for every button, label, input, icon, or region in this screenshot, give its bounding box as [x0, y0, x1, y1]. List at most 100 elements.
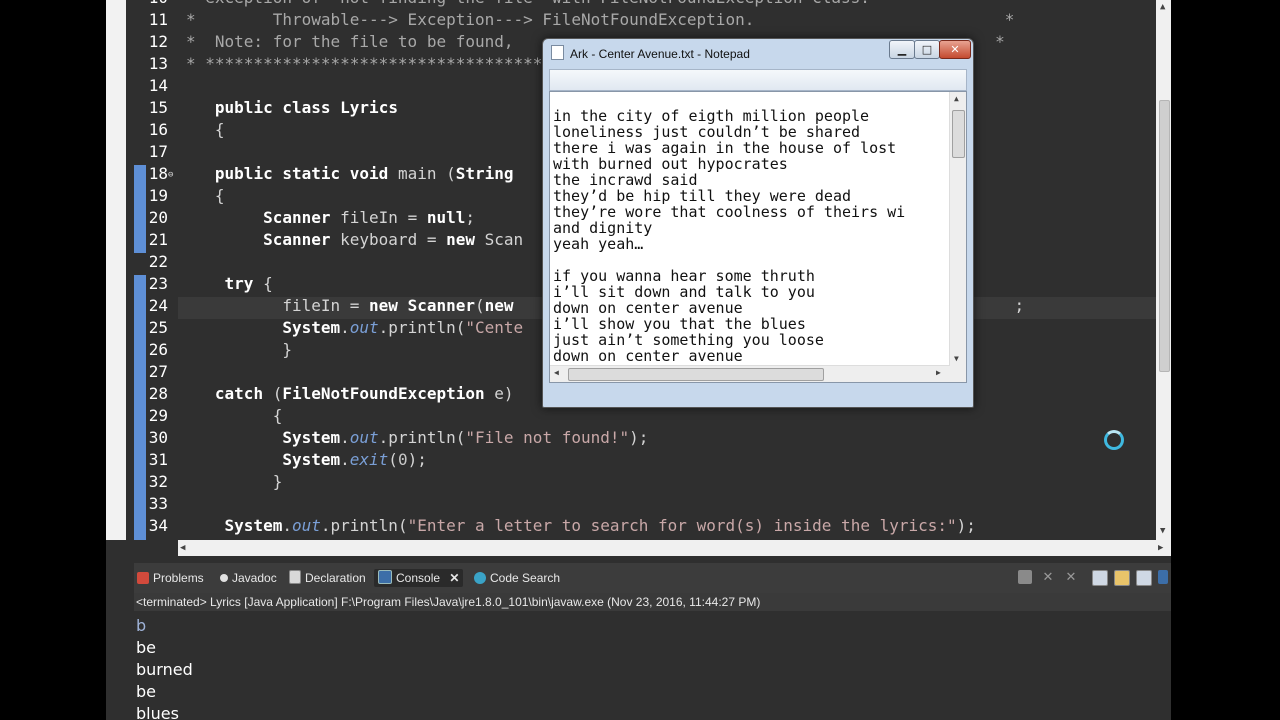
- code-line[interactable]: catch (FileNotFoundException e): [186, 383, 514, 405]
- notepad-line: the incrawd said: [553, 172, 698, 188]
- remove-all-icon[interactable]: ✕: [1064, 570, 1078, 584]
- clear-console-icon[interactable]: [1092, 570, 1108, 586]
- scroll-down-icon[interactable]: ▼: [1160, 526, 1165, 536]
- notepad-window[interactable]: Ark - Center Avenue.txt - Notepad ▁ □ ✕ …: [542, 38, 974, 408]
- remove-launch-icon[interactable]: ✕: [1041, 570, 1055, 584]
- notepad-line: just ain’t something you loose: [553, 332, 824, 348]
- scroll-thumb[interactable]: [1159, 100, 1170, 372]
- notepad-content[interactable]: in the city of eigth million people lonel…: [553, 108, 945, 364]
- line-number: 21: [148, 230, 168, 249]
- scroll-left-icon[interactable]: ◀: [554, 368, 559, 377]
- scroll-up-icon[interactable]: ▲: [954, 94, 959, 103]
- scroll-lock-icon[interactable]: [1114, 570, 1130, 586]
- notepad-text-area[interactable]: in the city of eigth million people lonel…: [549, 91, 967, 383]
- editor-horizontal-scrollbar[interactable]: ◀ ▶: [178, 540, 1171, 556]
- notepad-vertical-scrollbar[interactable]: ▲ ▼: [949, 92, 966, 366]
- line-number: 19: [148, 186, 168, 205]
- size-grip: [950, 366, 966, 382]
- code-line[interactable]: exception of "not finding the file" with…: [186, 0, 870, 9]
- fold-toggle-icon[interactable]: ⊖: [168, 171, 176, 180]
- scroll-up-icon[interactable]: ▲: [1160, 2, 1165, 12]
- tab-javadoc[interactable]: Javadoc: [220, 569, 277, 587]
- notepad-line: in the city of eigth million people: [553, 108, 870, 124]
- tab-problems[interactable]: Problems: [137, 569, 204, 587]
- line-number: 25: [148, 318, 168, 337]
- display-console-icon[interactable]: [1158, 570, 1168, 584]
- overview-ruler: [106, 0, 134, 540]
- line-number: 28: [148, 384, 168, 403]
- line-number: 29: [148, 406, 168, 425]
- notepad-line: down on center avenue: [553, 300, 743, 316]
- notepad-line: if you wanna hear some thruth: [553, 268, 815, 284]
- view-tab-bar: Problems Javadoc Declaration Console ✕ C…: [134, 563, 1171, 593]
- line-number: 30: [148, 428, 168, 447]
- tab-console[interactable]: Console ✕: [374, 569, 464, 587]
- line-number: 14: [148, 76, 168, 95]
- code-line[interactable]: System.out.println("File not found!");: [186, 427, 648, 449]
- line-number: 27: [148, 362, 168, 381]
- line-number: 33: [148, 494, 168, 513]
- code-line[interactable]: {: [186, 405, 283, 427]
- notepad-line: i’ll sit down and talk to you: [553, 284, 815, 300]
- scroll-thumb[interactable]: [952, 110, 965, 158]
- line-number: 12: [148, 32, 168, 51]
- minimize-button[interactable]: ▁: [889, 40, 915, 59]
- notepad-title-bar[interactable]: Ark - Center Avenue.txt - Notepad: [551, 45, 750, 61]
- editor-vertical-scrollbar[interactable]: ▲ ▼: [1156, 0, 1171, 540]
- console-output-line: burned: [136, 660, 193, 679]
- code-line[interactable]: * Throwable---> Exception---> FileNotFou…: [186, 9, 1014, 31]
- pin-console-icon[interactable]: [1136, 570, 1152, 586]
- scroll-down-icon[interactable]: ▼: [954, 354, 959, 363]
- line-number: 20: [148, 208, 168, 227]
- line-number: 17: [148, 142, 168, 161]
- change-marker: [134, 165, 146, 253]
- line-number: 24: [148, 296, 168, 315]
- code-line[interactable]: }: [186, 339, 292, 361]
- code-line[interactable]: public static void main (String: [186, 163, 514, 185]
- tab-declaration[interactable]: Declaration: [289, 569, 366, 587]
- notepad-line: [553, 252, 945, 268]
- code-line[interactable]: System.exit(0);: [186, 449, 427, 471]
- line-number: 31: [148, 450, 168, 469]
- notepad-line: with burned out hypocrates: [553, 156, 788, 172]
- code-line[interactable]: try {: [186, 273, 273, 295]
- line-number: 16: [148, 120, 168, 139]
- line-number: 11: [148, 10, 168, 29]
- code-line[interactable]: System.out.println("Enter a letter to se…: [186, 515, 976, 537]
- code-search-icon: [474, 572, 486, 584]
- close-button[interactable]: ✕: [939, 40, 971, 59]
- notepad-line: they’d be hip till they were dead: [553, 188, 852, 204]
- scroll-right-icon[interactable]: ▶: [936, 368, 941, 377]
- right-letterbox: [1171, 0, 1280, 720]
- close-icon[interactable]: ✕: [449, 571, 459, 585]
- console-output-line: be: [136, 682, 156, 701]
- console-output-line: be: [136, 638, 156, 657]
- notepad-icon: [551, 45, 564, 60]
- code-line[interactable]: Scanner fileIn = null;: [186, 207, 475, 229]
- code-line[interactable]: {: [186, 185, 225, 207]
- maximize-button[interactable]: □: [914, 40, 940, 59]
- scroll-right-icon[interactable]: ▶: [1158, 543, 1163, 553]
- console-panel: Problems Javadoc Declaration Console ✕ C…: [134, 563, 1171, 720]
- code-line[interactable]: }: [186, 471, 283, 493]
- line-number: 22: [148, 252, 168, 271]
- left-letterbox: [0, 0, 106, 720]
- notepad-line: loneliness just couldn’t be shared: [553, 124, 861, 140]
- scroll-thumb[interactable]: [568, 368, 824, 381]
- notepad-line: down on center avenue: [553, 348, 743, 364]
- line-number: 23: [148, 274, 168, 293]
- line-number: 26: [148, 340, 168, 359]
- notepad-line: yeah yeah…: [553, 236, 644, 252]
- change-marker: [134, 275, 146, 540]
- notepad-line: they’re wore that coolness of theirs wi: [553, 204, 906, 220]
- code-line[interactable]: {: [186, 119, 225, 141]
- code-line[interactable]: public class Lyrics: [186, 97, 398, 119]
- javadoc-icon: [220, 574, 228, 582]
- tab-code-search[interactable]: Code Search: [474, 569, 560, 587]
- console-output[interactable]: b be burned be blues: [136, 615, 1166, 720]
- code-line[interactable]: Scanner keyboard = new Scan: [186, 229, 523, 251]
- scroll-left-icon[interactable]: ◀: [180, 543, 185, 553]
- terminate-icon[interactable]: [1018, 570, 1032, 584]
- code-line[interactable]: System.out.println("Cente: [186, 317, 523, 339]
- notepad-horizontal-scrollbar[interactable]: ◀ ▶: [550, 365, 950, 382]
